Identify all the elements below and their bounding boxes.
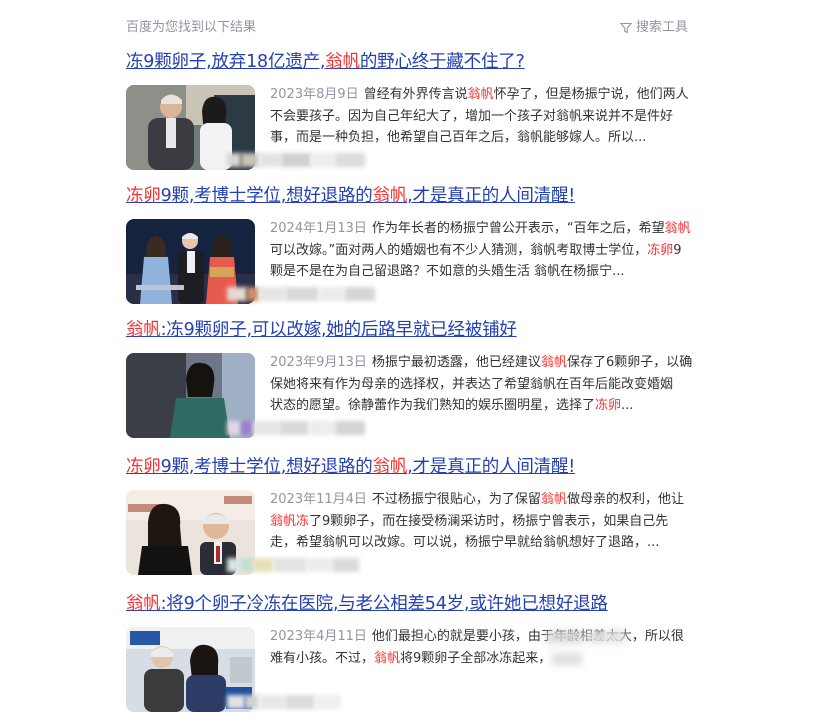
title-text: 9颗,考博士学位,想好退路的 — [160, 186, 373, 206]
highlight-keyword: 冻卵 — [126, 186, 161, 206]
highlight-keyword: 翁帆 — [374, 650, 401, 666]
source-info-blurred — [227, 554, 359, 576]
title-text: 冻9颗卵子,放弃18亿遗产, — [126, 52, 326, 72]
snippet-text: 保存了6颗卵子，以确 — [566, 355, 693, 370]
highlight-keyword: 翁帆 — [467, 87, 494, 102]
highlight-keyword: 翁帆 — [126, 594, 161, 614]
snippet-text: 不过杨振宁很贴心，为了保留 — [371, 492, 541, 507]
highlight-keyword: 翁帆 — [372, 186, 408, 206]
snippet-line: 状态的愿望。徐静蕾作为我们熟知的娱乐圈明星，选择了冻卵... — [270, 395, 690, 417]
result-date: 2023年11月4日 — [270, 492, 367, 507]
snippet-text: 将9颗卵子全部冰冻起来， — [400, 650, 552, 666]
title-text: :将9个卵子冷冻在医院,与老公相差54岁,或许她已想好退路 — [160, 594, 608, 614]
snippet-text: 颗是不是在为自己留退路？不如意的头婚生活 翁帆在杨振宁... — [270, 264, 625, 279]
result-title-link[interactable]: 冻卵9颗,考博士学位,想好退路的翁帆,才是真正的人间清醒! — [126, 455, 696, 479]
snippet-text: 难有小孩。不过， — [270, 650, 375, 666]
snippet-text: 保她将来有作为母亲的选择权，并表达了希望翁帆在百年后能改变婚姻 — [270, 376, 674, 392]
snippet-text: 怀孕了，但是杨振宁说，他们两人 — [493, 87, 689, 102]
source-info-blurred — [227, 691, 341, 713]
title-text: 的野心终于藏不住了? — [359, 52, 525, 72]
result-snippet: 2023年8月9日 曾经有外界传言说翁帆怀孕了，但是杨振宁说，他们两人不会要孩子。… — [270, 84, 690, 149]
source-info-blurred — [227, 149, 365, 171]
result-snippet: 2023年11月4日 不过杨振宁很贴心，为了保留翁帆做母亲的权利，他让 翁帆冻了9颗… — [270, 489, 690, 554]
snippet-line: 不会要孩子。因为自己年纪大了，增加一个孩子对翁帆来说并不是件好 — [270, 106, 690, 128]
snippet-text: 曾经有外界传言说 — [363, 87, 468, 102]
result-title-link[interactable]: 冻卵9颗,考博士学位,想好退路的翁帆,才是真正的人间清醒! — [126, 184, 696, 208]
highlight-keyword: 翁帆 — [540, 355, 567, 370]
search-result: 翁帆:将9个卵子冷冻在医院,与老公相差54岁,或许她已想好退路 2023年4月1… — [126, 592, 696, 712]
snippet-text: 事，而是一种负担，他希望自己百年之后，翁帆能够嫁人。所以... — [270, 130, 647, 145]
source-info-blurred — [227, 283, 375, 305]
result-date: 2023年9月13日 — [270, 355, 367, 370]
snippet-line: 2023年11月4日 不过杨振宁很贴心，为了保留翁帆做母亲的权利，他让 — [270, 489, 690, 511]
search-result: 冻卵9颗,考博士学位,想好退路的翁帆,才是真正的人间清醒! 2024年1月13日… — [126, 184, 696, 304]
snippet-text: 状态的愿望。徐静蕾作为我们熟知的娱乐圈明星，选择了 — [270, 398, 596, 413]
highlight-keyword: 翁帆 — [540, 492, 567, 507]
result-title-link[interactable]: 翁帆:将9个卵子冷冻在医院,与老公相差54岁,或许她已想好退路 — [126, 592, 696, 616]
snippet-line: 保她将来有作为母亲的选择权，并表达了希望翁帆在百年后能改变婚姻 — [270, 374, 690, 396]
highlight-keyword: 翁帆 — [372, 457, 408, 477]
result-snippet: 2024年1月13日 作为年长者的杨振宁曾公开表示，“百年之后，希望翁帆 可以改嫁。… — [270, 218, 691, 283]
filter-icon — [619, 22, 632, 34]
snippet-text: 杨振宁最初透露，他已经建议 — [371, 355, 541, 370]
search-result: 翁帆:冻9颗卵子,可以改嫁,她的后路早就已经被铺好 2023年9月13日 杨振宁最… — [126, 318, 696, 438]
title-text: :冻9颗卵子,可以改嫁,她的后路早就已经被铺好 — [160, 320, 517, 340]
results-header: 百度为您找到以下结果 搜索工具 — [126, 18, 688, 40]
search-result: 冻9颗卵子,放弃18亿遗产,翁帆的野心终于藏不住了? 2023年8月9日 曾经有外… — [126, 50, 696, 170]
snippet-line: 走，希望翁帆可以改嫁。可以说，杨振宁早就给翁帆想好了退路，... — [270, 532, 690, 554]
highlight-keyword: 翁帆 — [325, 52, 360, 72]
snippet-line: 2023年8月9日 曾经有外界传言说翁帆怀孕了，但是杨振宁说，他们两人 — [270, 84, 690, 106]
title-text: ,才是真正的人间清醒! — [407, 186, 576, 206]
highlight-keyword: 冻卵 — [126, 457, 161, 477]
snippet-text: 他们最担心的就是要小孩，由于年龄相差太大，所以很 — [371, 629, 684, 644]
results-found-text: 百度为您找到以下结果 — [126, 20, 257, 35]
snippet-line: 2023年9月13日 杨振宁最初透露，他已经建议翁帆保存了6颗卵子，以确 — [270, 352, 693, 374]
snippet-text: 作为年长者的杨振宁曾公开表示，“百年之后，希望 — [371, 221, 665, 236]
highlight-keyword: 冻卵 — [647, 242, 674, 258]
snippet-text: 9 — [673, 242, 682, 258]
result-title-link[interactable]: 翁帆:冻9颗卵子,可以改嫁,她的后路早就已经被铺好 — [126, 318, 696, 342]
snippet-line: 2024年1月13日 作为年长者的杨振宁曾公开表示，“百年之后，希望翁帆 — [270, 218, 691, 240]
title-text: 9颗,考博士学位,想好退路的 — [160, 457, 373, 477]
snippet-line: 颗是不是在为自己留退路？不如意的头婚生活 翁帆在杨振宁... — [270, 261, 690, 283]
title-text: ,才是真正的人间清醒! — [407, 457, 576, 477]
snippet-text: 走，希望翁帆可以改嫁。可以说，杨振宁早就给翁帆想好了退路，... — [270, 535, 660, 550]
highlight-keyword: 翁帆 — [664, 221, 691, 236]
result-title-link[interactable]: 冻9颗卵子,放弃18亿遗产,翁帆的野心终于藏不住了? — [126, 50, 696, 74]
result-date: 2023年8月9日 — [270, 87, 359, 102]
search-tools-button[interactable]: 搜索工具 — [619, 18, 688, 38]
highlight-keyword: 冻卵 — [595, 398, 622, 413]
snippet-text: 不会要孩子。因为自己年纪大了，增加一个孩子对翁帆来说并不是件好 — [270, 108, 674, 124]
source-info-blurred — [227, 417, 365, 439]
highlight-keyword: 翁帆冻 — [270, 513, 310, 529]
snippet-blur-overlay — [546, 627, 636, 671]
snippet-text: ... — [621, 398, 634, 413]
search-tools-label: 搜索工具 — [635, 20, 688, 35]
snippet-line: 事，而是一种负担，他希望自己百年之后，翁帆能够嫁人。所以... — [270, 127, 690, 149]
result-date: 2023年4月11日 — [270, 629, 367, 644]
snippet-text: 可以改嫁。”面对两人的婚姻也有不少人猜测，翁帆考取博士学位， — [270, 242, 648, 258]
highlight-keyword: 翁帆 — [126, 320, 161, 340]
snippet-line: 翁帆冻了9颗卵子，而在接受杨澜采访时，杨振宁曾表示，如果自己先 — [270, 511, 690, 533]
snippet-text: 做母亲的权利，他让 — [566, 492, 684, 507]
result-date: 2024年1月13日 — [270, 221, 367, 236]
result-snippet: 2023年9月13日 杨振宁最初透露，他已经建议翁帆保存了6颗卵子，以确保她将来有… — [270, 352, 693, 417]
search-result: 冻卵9颗,考博士学位,想好退路的翁帆,才是真正的人间清醒! 2023年11月4日… — [126, 455, 696, 575]
snippet-line: 可以改嫁。”面对两人的婚姻也有不少人猜测，翁帆考取博士学位，冻卵9 — [270, 240, 690, 262]
snippet-text: 了9颗卵子，而在接受杨澜采访时，杨振宁曾表示，如果自己先 — [309, 513, 669, 529]
